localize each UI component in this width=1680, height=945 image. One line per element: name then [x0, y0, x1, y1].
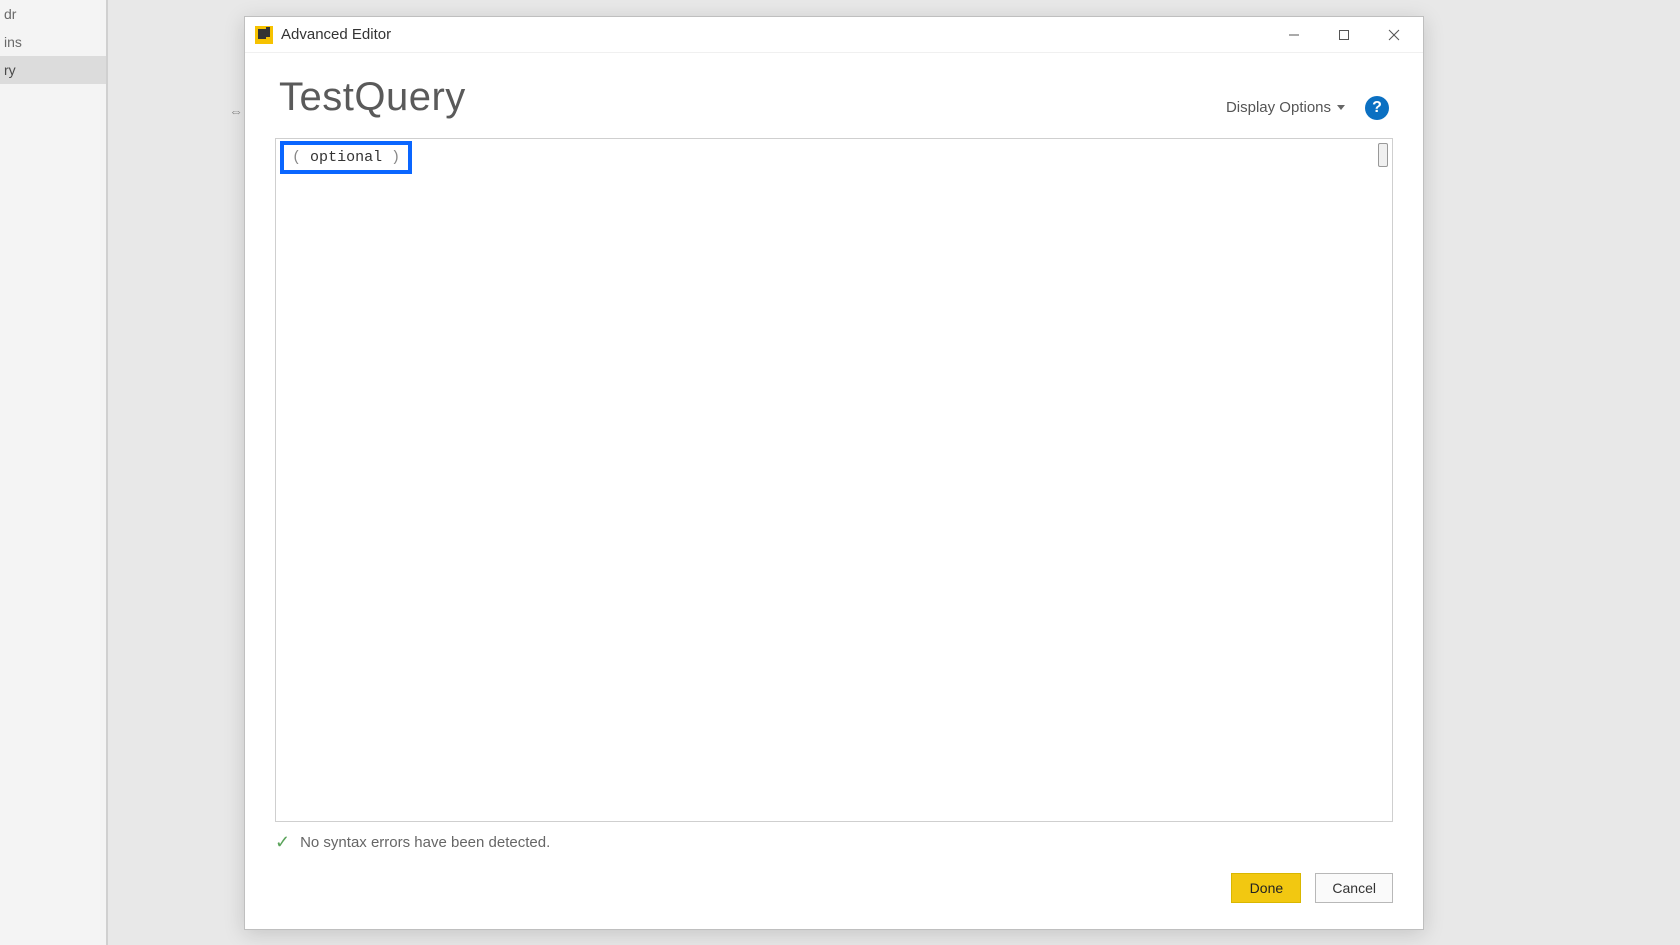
maximize-button[interactable]	[1319, 19, 1369, 51]
help-icon[interactable]: ?	[1365, 96, 1389, 120]
display-options-label: Display Options	[1226, 99, 1331, 116]
check-icon: ✓	[275, 832, 290, 853]
scrollbar-vertical[interactable]	[1378, 143, 1388, 167]
background-queries-panel: dr ins ry	[0, 0, 108, 945]
code-editor[interactable]: ( optional )	[275, 138, 1393, 822]
cancel-button[interactable]: Cancel	[1315, 873, 1393, 903]
close-button[interactable]	[1369, 19, 1419, 51]
query-name-title: TestQuery	[279, 75, 466, 120]
resize-horizontal-icon[interactable]: ⇔	[229, 103, 243, 119]
display-options-dropdown[interactable]: Display Options	[1220, 95, 1351, 120]
advanced-editor-dialog: ⇔ Advanced Editor TestQuery Display Opti…	[244, 16, 1424, 930]
status-message: No syntax errors have been detected.	[300, 834, 550, 851]
footer: Done Cancel	[245, 859, 1423, 929]
status-bar: ✓ No syntax errors have been detected.	[245, 822, 1423, 859]
bg-item: ins	[0, 28, 106, 56]
window-title: Advanced Editor	[281, 26, 391, 43]
powerbi-icon	[255, 26, 273, 44]
header: TestQuery Display Options ?	[245, 53, 1423, 128]
bg-item-selected: ry	[0, 56, 106, 84]
chevron-down-icon	[1337, 105, 1345, 110]
done-button[interactable]: Done	[1231, 873, 1301, 903]
code-line-highlight: ( optional )	[280, 141, 412, 174]
bg-item: dr	[0, 0, 106, 28]
titlebar: Advanced Editor	[245, 17, 1423, 53]
minimize-button[interactable]	[1269, 19, 1319, 51]
